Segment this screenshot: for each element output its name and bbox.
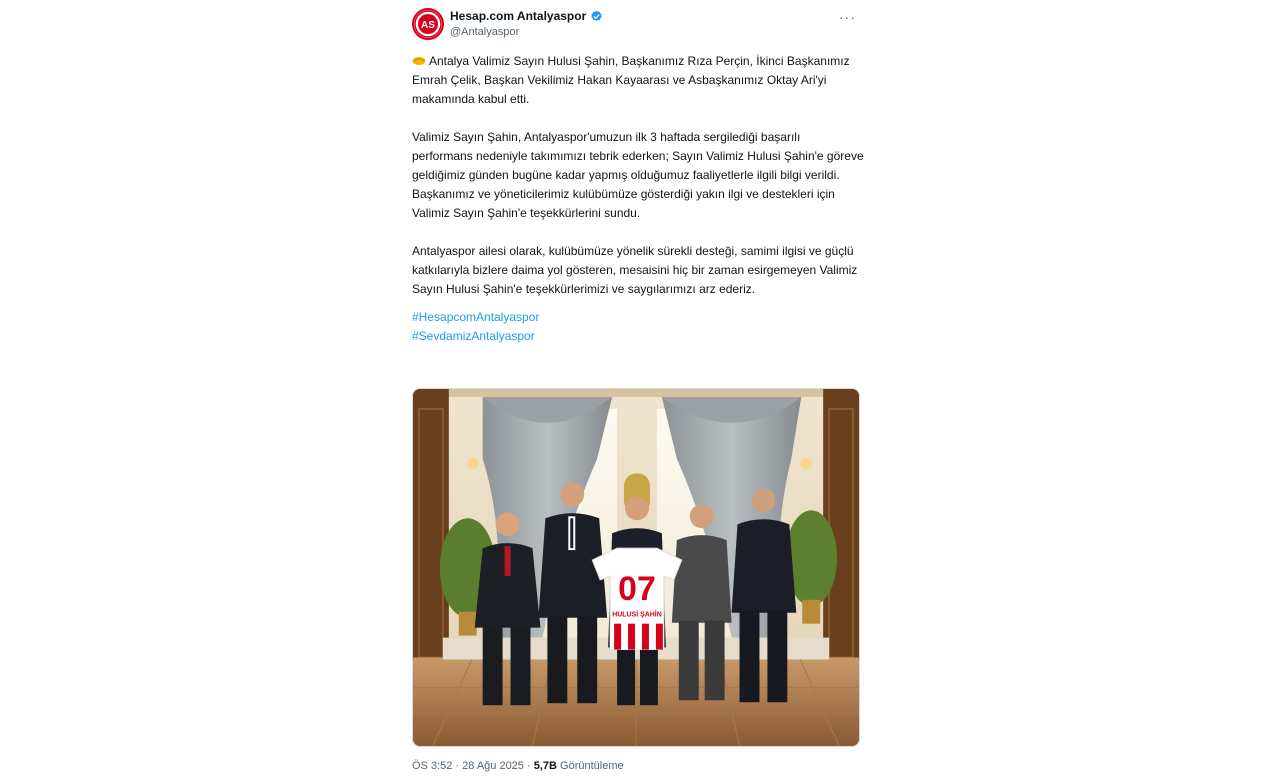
name-line: Hesap.com Antalyaspor [450, 9, 603, 23]
jersey-name: HULUSİ ŞAHİN [612, 610, 661, 619]
account-handle[interactable]: @Antalyaspor [450, 26, 519, 38]
tweet-photo[interactable]: 07 HULUSİ ŞAHİN [412, 388, 860, 747]
hashtag-link[interactable]: #HesapcomAntalyaspor [412, 308, 864, 327]
display-name[interactable]: Hesap.com Antalyaspor [450, 9, 586, 23]
tweet-card: AS Hesap.com Antalyaspor @Antalyaspor ··… [398, 0, 876, 772]
tweet-footer: ÖS 3:52 · 28 Ağu 2025 · 5,7B Görüntüleme [412, 760, 862, 776]
jersey-number: 07 [618, 570, 656, 608]
views-label: Görüntüleme [560, 760, 624, 772]
verified-badge-icon [591, 10, 602, 21]
hashtag-list: #HesapcomAntalyaspor #SevdamizAntalyaspo… [412, 308, 864, 346]
photo-scene: 07 HULUSİ ŞAHİN [413, 389, 859, 746]
tweet-paragraph-2: Valimiz Sayın Şahin, Antalyaspor'umuzun … [412, 130, 864, 220]
tweet-paragraph-1: Antalya Valimiz Sayın Hulusi Şahin, Başk… [412, 52, 864, 109]
tweet-header: AS Hesap.com Antalyaspor @Antalyaspor ··… [412, 8, 862, 42]
more-options-icon[interactable]: ··· [839, 10, 856, 24]
handshake-emoji-icon [412, 57, 426, 65]
paragraph-text: Antalya Valimiz Sayın Hulusi Şahin, Başk… [412, 54, 850, 106]
antalyaspor-logo-icon[interactable]: AS [412, 8, 444, 40]
tweet-timestamp[interactable]: ÖS 3:52 · 28 Ağu 2025 · [412, 760, 531, 772]
tweet-text: Antalya Valimiz Sayın Hulusi Şahin, Başk… [412, 52, 864, 346]
svg-text:AS: AS [421, 20, 435, 31]
hashtag-link[interactable]: #SevdamizAntalyaspor [412, 327, 864, 346]
tweet-paragraph-3: Antalyaspor ailesi olarak, kulübümüze yö… [412, 244, 858, 296]
views-count: 5,7B [533, 760, 557, 772]
